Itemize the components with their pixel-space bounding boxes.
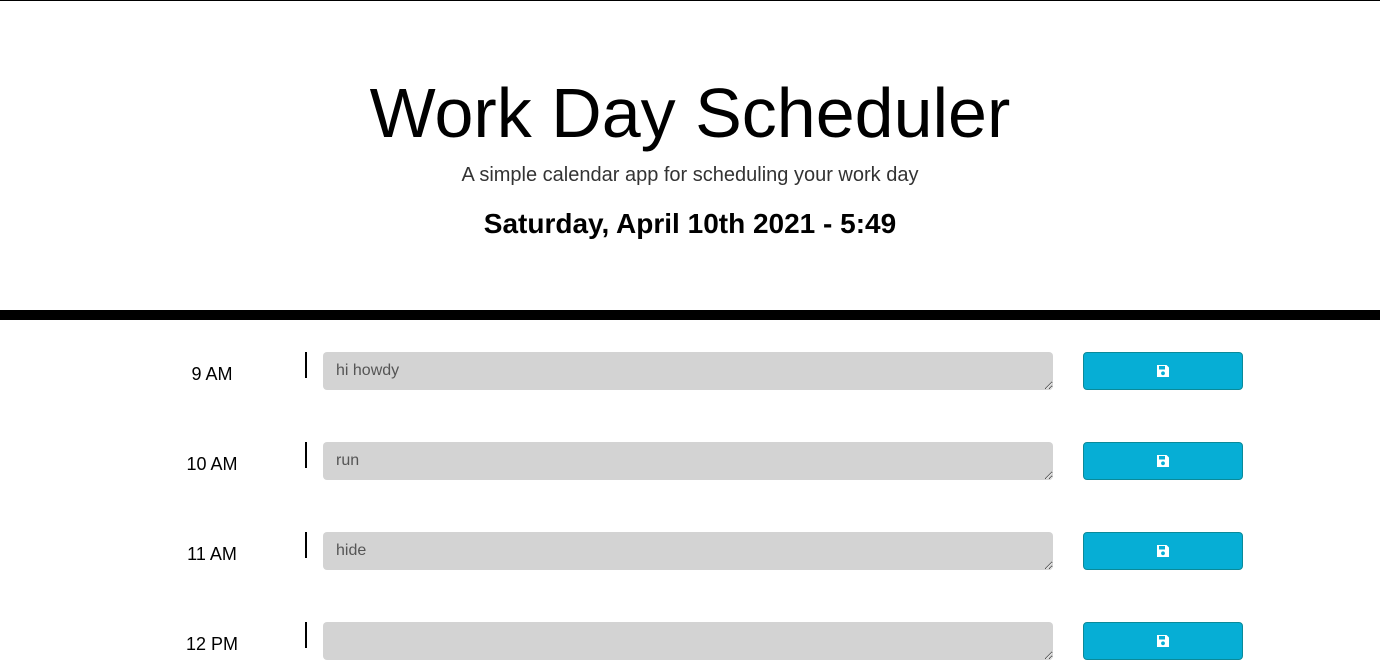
page-title: Work Day Scheduler xyxy=(369,74,1011,152)
save-icon xyxy=(1157,545,1169,557)
description-input[interactable]: hide xyxy=(323,532,1053,570)
save-icon xyxy=(1157,455,1169,467)
save-icon xyxy=(1157,635,1169,647)
page-subtitle: A simple calendar app for scheduling you… xyxy=(461,164,919,186)
time-block-row: 11 AM hide xyxy=(0,532,1380,570)
save-button[interactable] xyxy=(1083,622,1243,660)
hour-border xyxy=(305,532,307,558)
hour-label: 12 PM xyxy=(185,634,239,654)
header-divider xyxy=(0,310,1380,320)
hour-label: 11 AM xyxy=(187,544,237,564)
save-button[interactable] xyxy=(1083,532,1243,570)
header-jumbotron: Work Day Scheduler A simple calendar app… xyxy=(0,1,1380,310)
current-day: Saturday, April 10th 2021 - 5:49 xyxy=(483,208,897,239)
description-input[interactable]: hi howdy xyxy=(323,352,1053,390)
hour-border xyxy=(305,352,307,378)
hour-label: 9 AM xyxy=(191,364,233,384)
description-input[interactable]: run xyxy=(323,442,1053,480)
save-button[interactable] xyxy=(1083,352,1243,390)
save-icon xyxy=(1157,365,1169,377)
time-block-row: 10 AM run xyxy=(0,442,1380,480)
description-input[interactable] xyxy=(323,622,1053,660)
hour-border xyxy=(305,622,307,648)
time-block-row: 9 AM hi howdy xyxy=(0,352,1380,390)
time-block-row: 12 PM xyxy=(0,622,1380,660)
hour-label: 10 AM xyxy=(186,454,238,474)
hour-border xyxy=(305,442,307,468)
save-button[interactable] xyxy=(1083,442,1243,480)
